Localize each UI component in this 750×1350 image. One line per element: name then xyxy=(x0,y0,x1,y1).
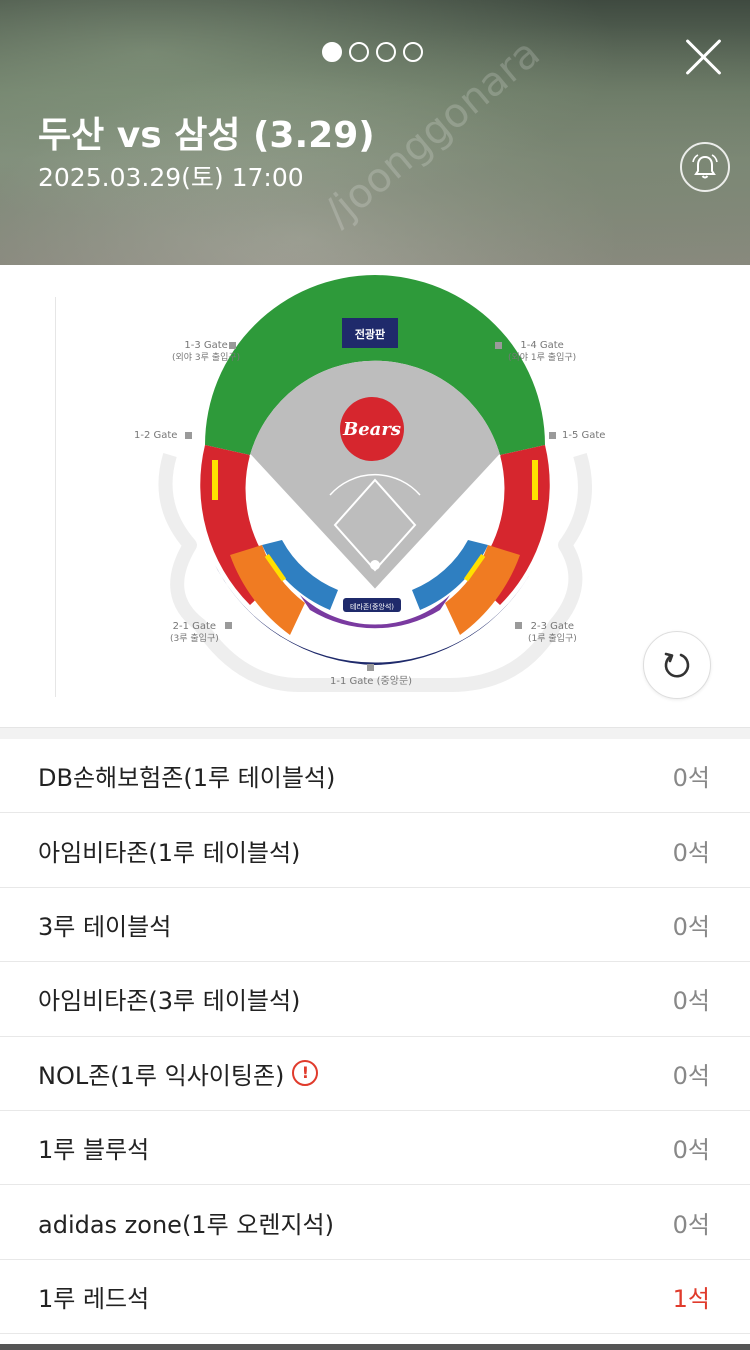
seat-section-list: DB손해보험존(1루 테이블석) 0석 아임비타존(1루 테이블석) 0석 3루… xyxy=(0,739,750,1335)
list-item[interactable]: 1루 블루석 0석 xyxy=(0,1111,750,1186)
list-item[interactable]: 아임비타존(3루 테이블석) 0석 xyxy=(0,962,750,1037)
seat-count: 0석 xyxy=(672,1136,710,1165)
close-icon[interactable] xyxy=(682,36,724,78)
gate-1-2-label: 1-2 Gate xyxy=(134,430,178,441)
list-item[interactable]: 3루 테이블석 0석 xyxy=(0,888,750,963)
section-name: DB손해보험존(1루 테이블석) xyxy=(38,764,336,793)
stadium-map-area: 전광판 Bears 테라존(중앙석) 1-3 Gate (외야 3루 출입구) 1… xyxy=(0,265,750,727)
terrace-label: 테라존(중앙석) xyxy=(350,602,394,611)
list-item[interactable]: 아임비타존(1루 테이블석) 0석 xyxy=(0,813,750,888)
seat-count: 0석 xyxy=(672,1210,710,1239)
seat-count: 0석 xyxy=(672,1061,710,1090)
section-name: 1루 블루석 xyxy=(38,1136,150,1165)
page-dot-2[interactable] xyxy=(349,42,369,62)
page-dot-3[interactable] xyxy=(376,42,396,62)
section-name: 아임비타존(1루 테이블석) xyxy=(38,838,301,867)
section-name-with-info: NOL존(1루 익사이팅존) ! xyxy=(38,1056,319,1091)
list-item[interactable]: NOL존(1루 익사이팅존) ! 0석 xyxy=(0,1037,750,1111)
gate-1-3-label: 1-3 Gate (외야 3루 출입구) xyxy=(172,340,241,363)
section-name: 아임비타존(3루 테이블석) xyxy=(38,987,301,1016)
section-divider xyxy=(0,727,750,739)
section-name: NOL존(1루 익사이팅존) xyxy=(38,1061,285,1090)
list-item[interactable]: adidas zone(1루 오렌지석) 0석 xyxy=(0,1185,750,1260)
bell-icon[interactable] xyxy=(680,142,730,192)
stadium-map[interactable]: 전광판 Bears 테라존(중앙석) xyxy=(0,265,750,727)
gate-1-5-label: 1-5 Gate xyxy=(562,430,606,441)
gate-2-3-label: 2-3 Gate (1루 출입구) xyxy=(528,621,577,644)
list-item[interactable]: DB손해보험존(1루 테이블석) 0석 xyxy=(0,739,750,814)
page-dot-4[interactable] xyxy=(403,42,423,62)
list-item[interactable]: 1루 레드석 1석 xyxy=(0,1260,750,1335)
seat-count: 1석 xyxy=(672,1284,710,1313)
seat-count: 0석 xyxy=(672,764,710,793)
page-dot-1[interactable] xyxy=(322,42,342,62)
gate-1-4-label: 1-4 Gate (외야 1루 출입구) xyxy=(508,340,577,363)
section-name: adidas zone(1루 오렌지석) xyxy=(38,1210,334,1239)
page-indicator xyxy=(322,42,423,62)
bears-logo-text: Bears xyxy=(342,419,401,440)
info-icon[interactable]: ! xyxy=(292,1060,319,1087)
seat-count: 0석 xyxy=(672,987,710,1016)
gate-1-1-label: 1-1 Gate (중앙문) xyxy=(330,676,413,687)
gate-2-1-label: 2-1 Gate (3루 출입구) xyxy=(170,621,219,644)
seat-count: 0석 xyxy=(672,838,710,867)
event-title: 두산 vs 삼성 (3.29) xyxy=(38,115,375,156)
bottom-edge xyxy=(0,1344,750,1350)
refresh-icon xyxy=(664,652,690,678)
section-name: 1루 레드석 xyxy=(38,1284,150,1313)
refresh-button[interactable] xyxy=(643,631,711,699)
section-name: 3루 테이블석 xyxy=(38,912,172,941)
first-base-yellow-zone xyxy=(532,460,538,500)
seat-count: 0석 xyxy=(672,912,710,941)
event-datetime: 2025.03.29(토) 17:00 xyxy=(38,163,304,192)
event-header: /joonggonara 두산 vs 삼성 (3.29) 2025.03.29(… xyxy=(0,0,750,265)
third-base-yellow-zone xyxy=(212,460,218,500)
scoreboard-label: 전광판 xyxy=(355,327,385,341)
